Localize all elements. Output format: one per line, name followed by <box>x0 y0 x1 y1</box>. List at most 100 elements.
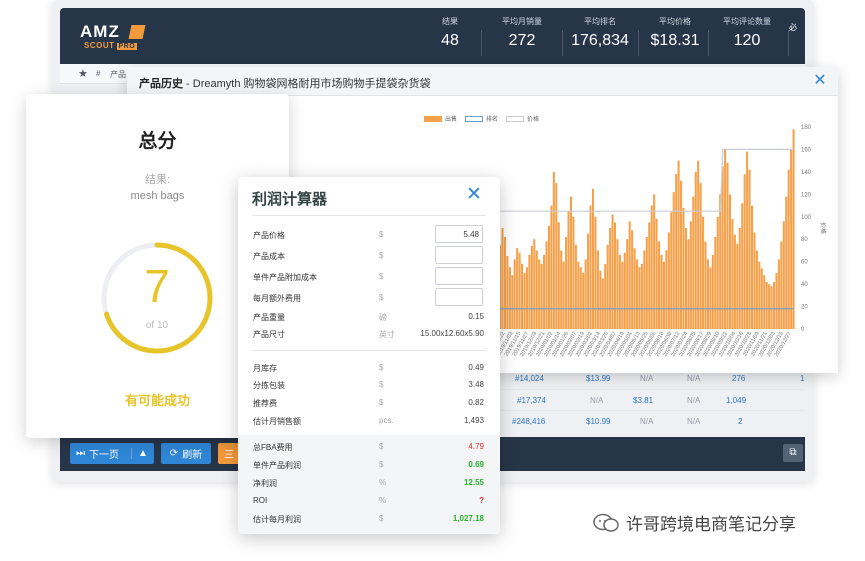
sales-bar <box>579 267 582 329</box>
caret-up-icon[interactable]: ▲ <box>131 448 148 459</box>
stat-cut-label: 必 <box>789 23 797 32</box>
stat-avg-reviews: 平均评论数量 120 <box>723 17 771 49</box>
sales-bar <box>582 272 585 329</box>
sales-bar <box>606 244 609 329</box>
cost-input[interactable] <box>435 246 483 264</box>
sales-bar <box>545 241 548 329</box>
sales-bar <box>650 205 653 329</box>
menu-icon: 三 <box>224 450 234 461</box>
calc-row-pick-pack: 分拣包装 $3.48 <box>253 380 484 390</box>
screenshot-stage: AMZ SCOUT PRO 结果 48 平均月销量 272 平均排名 176,83… <box>0 0 865 561</box>
sales-bar <box>618 254 621 329</box>
sales-bar <box>667 232 670 329</box>
sales-bar <box>555 183 558 329</box>
sales-bar <box>753 232 756 329</box>
calc-row-storage: 月库存 $0.49 <box>253 363 484 373</box>
sales-bar <box>633 248 636 329</box>
calc-row-est-sales: 估计月销售额 pcs. 1,493 <box>253 416 484 426</box>
y-tick-label: 160 <box>801 147 812 153</box>
sales-bar <box>567 211 570 329</box>
row-rank[interactable]: #248,416 <box>512 417 545 426</box>
sales-bar <box>636 259 639 329</box>
wechat-icon <box>593 513 619 532</box>
star-icon[interactable]: ★ <box>78 67 88 80</box>
calc-row-weight: 产品重量磅 0.15 <box>253 312 484 322</box>
sales-bar <box>684 228 687 329</box>
sales-bar <box>538 259 541 329</box>
watermark-text: 许哥跨境电商笔记分享 <box>626 515 796 534</box>
calc-row-monthly-profit: 估计每月利润 $1,027.18 <box>253 514 484 524</box>
stat-avg-price: 平均价格 $18.31 <box>650 17 700 49</box>
close-icon[interactable]: ✕ <box>465 185 483 204</box>
y-tick-label: 20 <box>801 305 808 311</box>
stat-divider <box>788 30 789 56</box>
sales-bar <box>658 241 661 329</box>
next-page-button[interactable]: ⏭ 下一页 ▲ <box>70 443 154 464</box>
sales-bar <box>782 221 785 329</box>
sales-bar <box>525 267 528 329</box>
column-product: 产品 <box>110 70 126 79</box>
sales-bar <box>506 256 509 329</box>
copy-icon[interactable]: ⧉ <box>783 444 803 462</box>
sales-bar <box>523 272 526 329</box>
skip-next-icon: ⏭ <box>76 448 86 459</box>
sales-bar <box>716 216 719 329</box>
profit-calculator: 利润计算器 ✕ 产品价格 $ 5.48 产品成本 $ 单件产品附加成本 $ 每月额外费… <box>238 177 500 534</box>
sales-bar <box>599 270 602 329</box>
sales-bar <box>738 228 741 329</box>
calc-row-cost: 产品成本 $ <box>252 246 484 264</box>
sales-bar <box>677 160 680 329</box>
sales-bar <box>552 171 555 329</box>
calc-row-size: 产品尺寸 英寸 15.00x12.60x5.90 <box>253 329 484 339</box>
sales-bar <box>609 228 612 329</box>
sales-bar <box>638 267 641 329</box>
row-rank[interactable]: #17,374 <box>517 396 546 405</box>
sales-bar <box>731 219 734 329</box>
sales-bar <box>601 278 604 329</box>
sales-bar <box>530 245 533 329</box>
logo-text: AMZ <box>80 22 120 41</box>
sales-bar <box>748 169 751 329</box>
sales-bar <box>528 254 531 329</box>
menu-button[interactable]: 三 <box>218 443 240 464</box>
extra-cost-input[interactable] <box>435 267 483 285</box>
sales-bar <box>574 244 577 329</box>
row-rank[interactable]: #14,024 <box>515 374 544 383</box>
sales-bar <box>643 250 646 329</box>
sales-bar <box>750 205 754 329</box>
score-title: 总分 <box>138 131 177 152</box>
sales-bar <box>714 236 717 329</box>
calc-row-net-margin: 净利润% 12.55 <box>253 478 484 488</box>
sales-bar <box>743 174 746 329</box>
column-number: # <box>96 69 101 78</box>
sales-bar <box>591 188 595 329</box>
monthly-fee-input[interactable] <box>435 288 483 306</box>
sales-bar <box>768 284 771 329</box>
calc-row-referral: 推荐费 $0.82 <box>253 398 484 408</box>
row-price: $10.99 <box>586 417 611 426</box>
calc-row-unit-profit: 单件产品利润 $0.69 <box>253 460 484 470</box>
sales-bar <box>780 241 783 329</box>
y-tick-label: 40 <box>801 282 808 288</box>
sales-bar <box>611 214 614 329</box>
y-tick-label: 80 <box>801 237 808 243</box>
y-tick-label: 120 <box>801 192 812 198</box>
price-input[interactable]: 5.48 <box>435 225 483 243</box>
sales-bar <box>584 259 587 329</box>
sales-bar <box>736 243 739 329</box>
top-stats-bar: AMZ SCOUT PRO 结果 48 平均月销量 272 平均排名 176,83… <box>60 8 805 64</box>
sales-bar <box>697 160 700 329</box>
sales-bar <box>521 263 524 329</box>
calc-row-extra-cost: 单件产品附加成本 $ <box>252 267 484 285</box>
sales-bar <box>572 216 575 329</box>
sales-bar <box>589 205 592 329</box>
sales-bar <box>511 275 514 329</box>
divider <box>252 215 486 216</box>
sales-bar <box>687 239 690 329</box>
sales-bar <box>535 250 538 329</box>
sales-bar <box>540 263 543 329</box>
refresh-button[interactable]: ⟳ 刷新 <box>161 443 211 464</box>
sales-bar <box>733 234 736 329</box>
sales-bar <box>787 169 790 329</box>
sales-bar <box>547 225 550 329</box>
